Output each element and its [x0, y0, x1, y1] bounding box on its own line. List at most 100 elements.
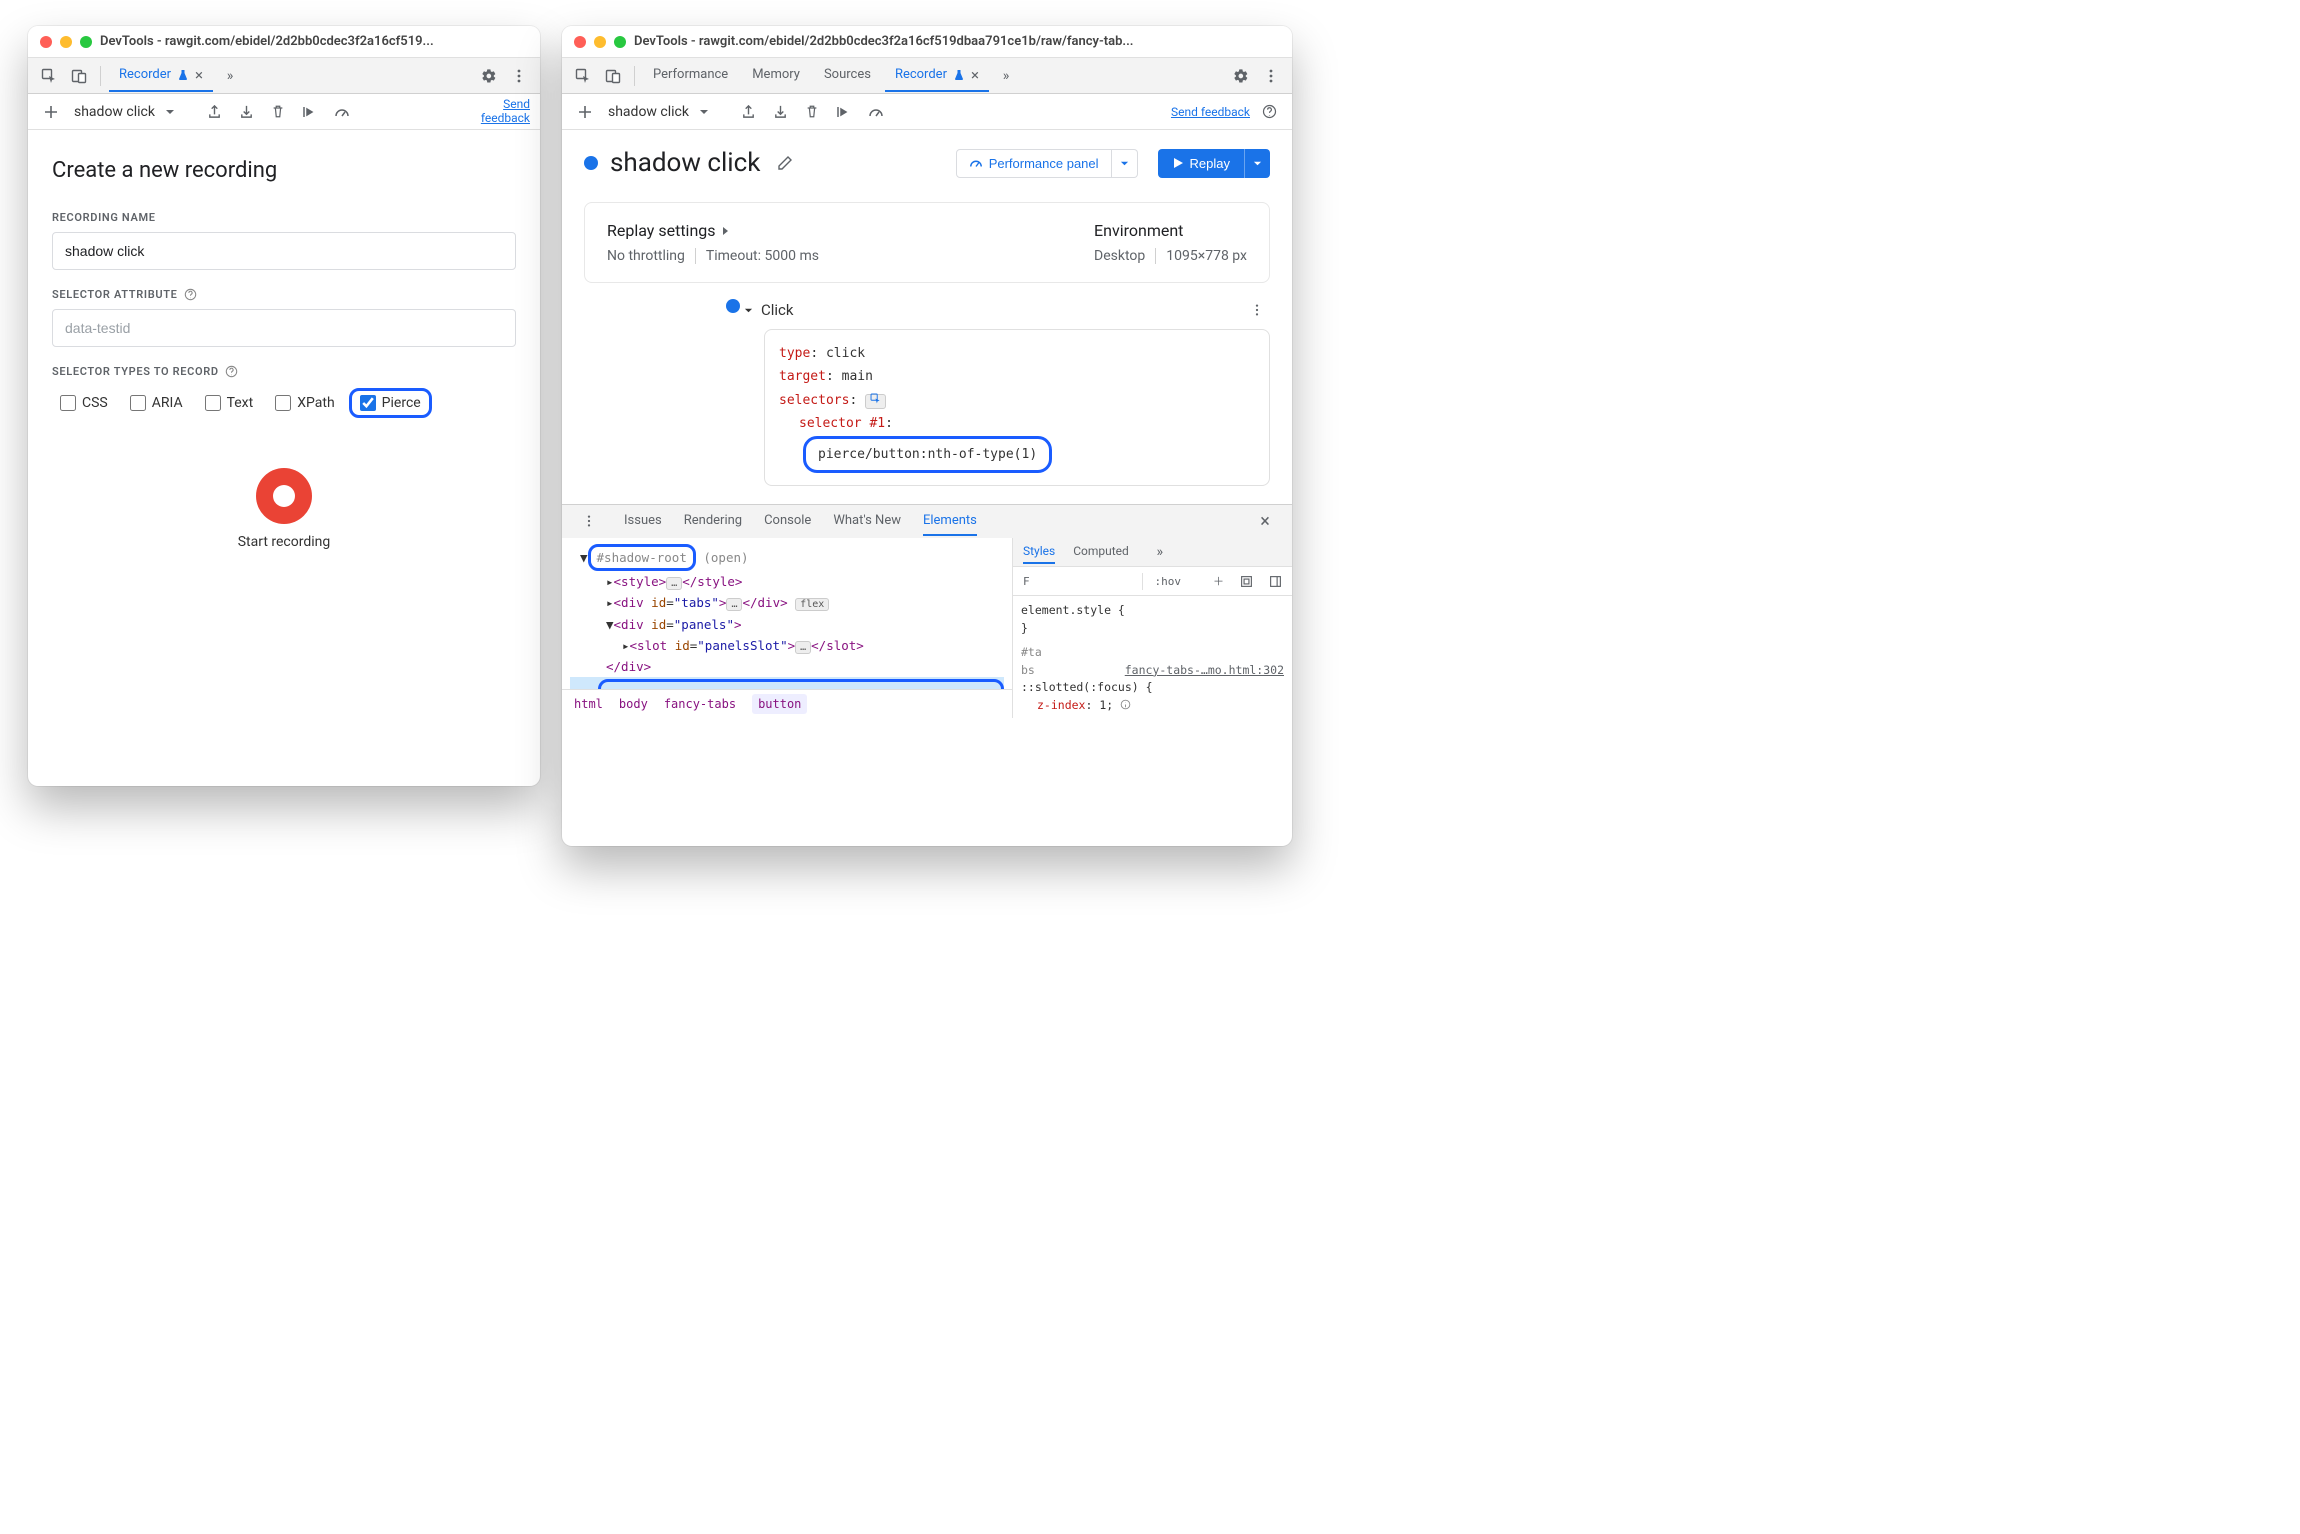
help-icon[interactable] [1256, 99, 1282, 125]
window-title: DevTools - rawgit.com/ebidel/2d2bb0cdec3… [634, 34, 1280, 49]
close-window-dot[interactable] [40, 36, 52, 48]
chevron-right-icon [722, 226, 730, 236]
replay-dropdown[interactable] [1244, 149, 1270, 178]
drawer-tab-console[interactable]: Console [764, 507, 811, 536]
filter-input[interactable]: F [1019, 573, 1143, 590]
step-icon[interactable] [831, 99, 857, 125]
selector-types-row: CSS ARIA Text XPath Pierce [52, 388, 516, 418]
add-recording-icon[interactable] [572, 99, 598, 125]
delete-icon[interactable] [265, 99, 291, 125]
traffic-lights [40, 36, 92, 48]
recorder-toolbar: shadow click Send feedback [562, 94, 1292, 130]
help-icon[interactable] [184, 288, 197, 301]
step-kebab-icon[interactable] [1244, 297, 1270, 323]
inspect-icon[interactable] [570, 63, 596, 89]
selector-type-css[interactable]: CSS [52, 391, 116, 415]
start-recording-button[interactable] [256, 468, 312, 524]
cls-toggle[interactable] [1193, 579, 1201, 583]
minimize-window-dot[interactable] [594, 36, 606, 48]
minimize-window-dot[interactable] [60, 36, 72, 48]
dom-tree[interactable]: ▼#shadow-root (open) ▸<style>…</style> ▸… [562, 538, 1012, 718]
drawer-tab-elements[interactable]: Elements [923, 507, 977, 536]
selector-attribute-input[interactable] [52, 309, 516, 347]
dom-breadcrumb[interactable]: html body fancy-tabs button [562, 689, 1012, 718]
step-header[interactable]: Click [604, 297, 1270, 323]
edit-title-icon[interactable] [772, 150, 798, 176]
export-icon[interactable] [201, 99, 227, 125]
tab-performance[interactable]: Performance [643, 61, 738, 90]
selector-type-xpath[interactable]: XPath [267, 391, 342, 415]
devtools-window-left: DevTools - rawgit.com/ebidel/2d2bb0cdec3… [28, 26, 540, 786]
recorder-panel: shadow click Performance panel Replay [562, 130, 1292, 504]
settings-icon[interactable] [1228, 63, 1254, 89]
styles-tab-styles[interactable]: Styles [1023, 540, 1055, 564]
play-icon [1172, 157, 1184, 169]
close-tab-icon[interactable]: × [971, 66, 979, 84]
selector-type-aria[interactable]: ARIA [122, 391, 191, 415]
replay-button[interactable]: Replay [1158, 149, 1244, 178]
delete-icon[interactable] [799, 99, 825, 125]
add-recording-icon[interactable] [38, 99, 64, 125]
performance-panel-button[interactable]: Performance panel [956, 149, 1112, 178]
more-tabs-icon[interactable] [993, 63, 1019, 89]
maximize-window-dot[interactable] [80, 36, 92, 48]
info-icon[interactable] [1120, 699, 1131, 710]
speed-icon[interactable] [863, 99, 889, 125]
styles-more-icon[interactable] [1147, 539, 1173, 565]
flow-title: shadow click [610, 148, 760, 178]
maximize-window-dot[interactable] [614, 36, 626, 48]
tab-recorder[interactable]: Recorder × [885, 60, 989, 92]
hov-toggle[interactable]: :hov [1151, 573, 1186, 590]
tab-recorder[interactable]: Recorder × [109, 60, 213, 92]
recording-select[interactable]: shadow click [70, 104, 179, 120]
performance-panel-dropdown[interactable] [1112, 149, 1138, 178]
sidebar-toggle-icon[interactable] [1265, 573, 1286, 590]
settings-icon[interactable] [476, 63, 502, 89]
selector-type-pierce[interactable]: Pierce [349, 388, 432, 418]
selector-types-label: SELECTOR TYPES TO RECORD [52, 365, 516, 378]
drawer-tab-issues[interactable]: Issues [624, 507, 662, 536]
device-toggle-icon[interactable] [66, 63, 92, 89]
help-icon[interactable] [225, 365, 238, 378]
kebab-menu-icon[interactable] [1258, 63, 1284, 89]
pick-element-icon[interactable] [865, 394, 886, 409]
drawer-tab-rendering[interactable]: Rendering [684, 507, 742, 536]
new-rule-icon[interactable]: ＋ [1209, 571, 1228, 591]
flask-icon [177, 69, 189, 81]
close-window-dot[interactable] [574, 36, 586, 48]
more-tabs-icon[interactable] [217, 63, 243, 89]
import-icon[interactable] [233, 99, 259, 125]
import-icon[interactable] [767, 99, 793, 125]
step-icon[interactable] [297, 99, 323, 125]
replay-settings-header[interactable]: Replay settings [607, 221, 1054, 240]
close-tab-icon[interactable]: × [195, 66, 203, 84]
close-drawer-icon[interactable]: × [1252, 508, 1278, 534]
tab-memory[interactable]: Memory [742, 61, 810, 90]
selector-type-text[interactable]: Text [197, 391, 262, 415]
computed-toggle-icon[interactable] [1236, 573, 1257, 590]
recording-select[interactable]: shadow click [604, 104, 713, 120]
chevron-down-icon [699, 107, 709, 117]
drawer-kebab-icon[interactable] [576, 508, 602, 534]
tab-label: Recorder [119, 67, 171, 82]
start-recording-section: Start recording [52, 468, 516, 550]
elements-drawer: ▼#shadow-root (open) ▸<style>…</style> ▸… [562, 538, 1292, 718]
kebab-menu-icon[interactable] [506, 63, 532, 89]
send-feedback-link[interactable]: Send feedback [476, 98, 530, 124]
source-link[interactable]: fancy-tabs-…mo.html:302 [1125, 662, 1284, 680]
recorder-toolbar: shadow click Send feedback [28, 94, 540, 130]
styles-tab-computed[interactable]: Computed [1073, 540, 1129, 564]
flow-header: shadow click Performance panel Replay [584, 148, 1270, 178]
env-device-value: Desktop [1094, 248, 1145, 264]
tab-sources[interactable]: Sources [814, 61, 881, 90]
throttling-value: No throttling [607, 248, 685, 264]
recording-name-input[interactable] [52, 232, 516, 270]
inspect-icon[interactable] [36, 63, 62, 89]
device-toggle-icon[interactable] [600, 63, 626, 89]
export-icon[interactable] [735, 99, 761, 125]
drawer-tab-whatsnew[interactable]: What's New [833, 507, 901, 536]
styles-rules[interactable]: element.style { } #tabs fancy-tabs-…mo.h… [1013, 596, 1292, 718]
send-feedback-link[interactable]: Send feedback [1171, 105, 1250, 119]
create-recording-panel: Create a new recording RECORDING NAME SE… [28, 130, 540, 578]
speed-icon[interactable] [329, 99, 355, 125]
